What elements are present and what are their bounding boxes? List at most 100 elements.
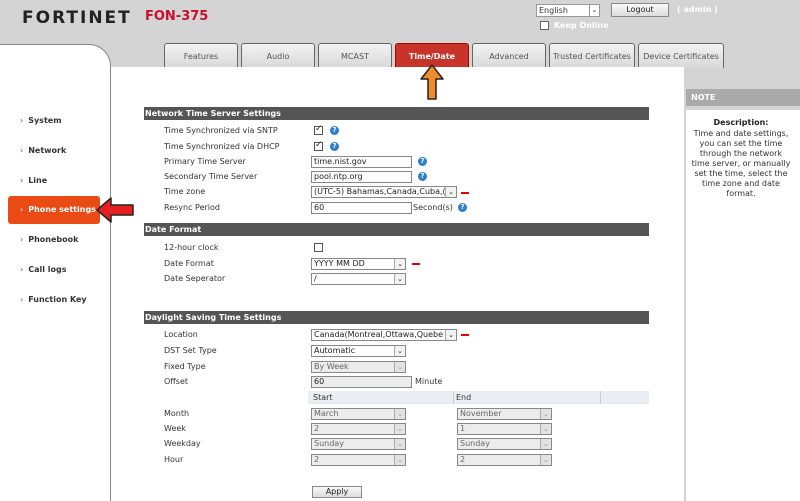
sidebar-item-function-key[interactable]: › Function Key [20,295,87,304]
keep-online-checkbox[interactable] [540,21,549,30]
weekday-label: Weekday [164,439,201,448]
sidebar-item-network[interactable]: › Network [20,146,66,155]
timezone-label: Time zone [164,187,206,196]
note-header: NOTE [686,89,800,106]
logout-button[interactable]: Logout [611,3,669,17]
sidebar-item-system[interactable]: › System [20,116,62,125]
12-hour-label: 12-hour clock [164,243,219,252]
sntp-label: Time Synchronized via SNTP [164,126,278,135]
chevron-down-icon: ⌄ [394,274,405,284]
required-mark [461,334,469,336]
fixed-type-select[interactable]: By Week ⌄ [311,361,406,373]
apply-button[interactable]: Apply [312,486,362,498]
sidebar-item-phone-settings[interactable]: › Phone settings [8,196,100,224]
help-icon[interactable]: ? [418,172,427,181]
sidebar-item-phonebook[interactable]: › Phonebook [20,235,78,244]
help-icon[interactable]: ? [418,157,427,166]
date-format-select[interactable]: YYYY MM DD ⌄ [311,258,406,270]
sidebar-item-line[interactable]: › Line [20,176,47,185]
primary-server-input[interactable]: time.nist.gov [311,156,412,168]
chevron-down-icon: ⌄ [445,187,456,197]
tab-audio[interactable]: Audio [241,43,315,68]
chevron-down-icon: ⌄ [394,362,405,372]
date-separator-label: Date Seperator [164,274,226,283]
section-dst-title: Daylight Saving Time Settings [144,311,649,324]
brand-name: FORTINET [22,8,132,28]
week-start-value: 2 [314,424,320,433]
12-hour-checkbox[interactable] [314,243,323,252]
sidebar-item-call-logs[interactable]: › Call logs [20,265,66,274]
timezone-value: (UTC-5) Bahamas,Canada,Cuba,( [314,187,446,196]
chevron-right-icon: › [20,295,24,304]
chevron-right-icon: › [20,116,24,125]
chevron-down-icon: ⌄ [540,455,551,465]
month-end-select[interactable]: November ⌄ [457,408,552,420]
hour-end-value: 2 [460,455,466,464]
hour-end-select[interactable]: 2 ⌄ [457,454,552,466]
note-text: Time and date settings, you can set the … [691,129,791,198]
week-end-select[interactable]: 1 ⌄ [457,423,552,435]
chevron-down-icon: ⌄ [394,409,405,419]
offset-input[interactable]: 60 [311,376,412,388]
week-start-select[interactable]: 2 ⌄ [311,423,406,435]
language-select[interactable]: English ⌄ [536,4,600,17]
annotation-arrow-left-icon [96,197,134,223]
sntp-checkbox[interactable] [314,124,323,135]
chevron-down-icon: ⌄ [540,409,551,419]
sidebar-item-label: Phone settings [28,205,96,214]
start-column-label: Start [313,393,333,402]
top-tabs: Features Audio MCAST Time/Date Advanced … [164,43,727,68]
tab-advanced[interactable]: Advanced [472,43,546,68]
timezone-select[interactable]: (UTC-5) Bahamas,Canada,Cuba,(⌄ [311,186,457,198]
tab-device-certificates[interactable]: Device Certificates [638,43,724,68]
weekday-start-value: Sunday [314,439,344,448]
date-separator-select[interactable]: / ⌄ [311,273,406,285]
tab-mcast[interactable]: MCAST [318,43,392,68]
month-label: Month [164,409,190,418]
sidebar-item-label: Network [28,146,67,155]
chevron-right-icon: › [20,146,24,155]
chevron-down-icon: ⌄ [589,5,599,16]
chevron-right-icon: › [20,235,24,244]
weekday-end-select[interactable]: Sunday ⌄ [457,438,552,450]
chevron-down-icon: ⌄ [394,439,405,449]
week-label: Week [164,424,186,433]
required-mark [461,192,469,194]
week-end-value: 1 [460,424,466,433]
month-start-select[interactable]: March ⌄ [311,408,406,420]
offset-unit: Minute [415,377,443,386]
end-column-label: End [456,393,472,402]
keep-online-label: Keep Online [554,21,609,30]
help-icon[interactable]: ? [330,126,339,135]
language-value: English [539,6,568,15]
date-format-label: Date Format [164,259,214,268]
date-format-value: YYYY MM DD [314,259,365,268]
dst-type-label: DST Set Type [164,346,217,355]
dst-type-select[interactable]: Automatic ⌄ [311,345,406,357]
note-panel: Description: Time and date settings, you… [686,110,800,501]
secondary-server-label: Secondary Time Server [164,172,258,181]
location-value: Canada(Montreal,Ottawa,Quebe [314,330,444,339]
secondary-server-input[interactable]: pool.ntp.org [311,171,412,183]
model-name: FON-375 [145,9,209,24]
chevron-down-icon: ⌄ [394,424,405,434]
help-icon[interactable]: ? [330,142,339,151]
location-label: Location [164,330,198,339]
column-divider [600,391,601,404]
dhcp-checkbox[interactable] [314,140,323,151]
resync-label: Resync Period [164,203,220,212]
location-select[interactable]: Canada(Montreal,Ottawa,Quebe ⌄ [311,329,457,341]
resync-input[interactable]: 60 [311,202,412,214]
hour-start-select[interactable]: 2 ⌄ [311,454,406,466]
dhcp-label: Time Synchronized via DHCP [164,142,280,151]
tab-features[interactable]: Features [164,43,238,68]
required-mark [412,263,420,265]
keep-online: Keep Online [540,21,609,30]
section-date-format-title: Date Format [144,223,649,236]
tab-trusted-certificates[interactable]: Trusted Certificates [549,43,635,68]
help-icon[interactable]: ? [458,203,467,212]
offset-label: Offset [164,377,189,386]
weekday-start-select[interactable]: Sunday ⌄ [311,438,406,450]
chevron-right-icon: › [20,205,24,214]
hour-label: Hour [164,455,184,464]
